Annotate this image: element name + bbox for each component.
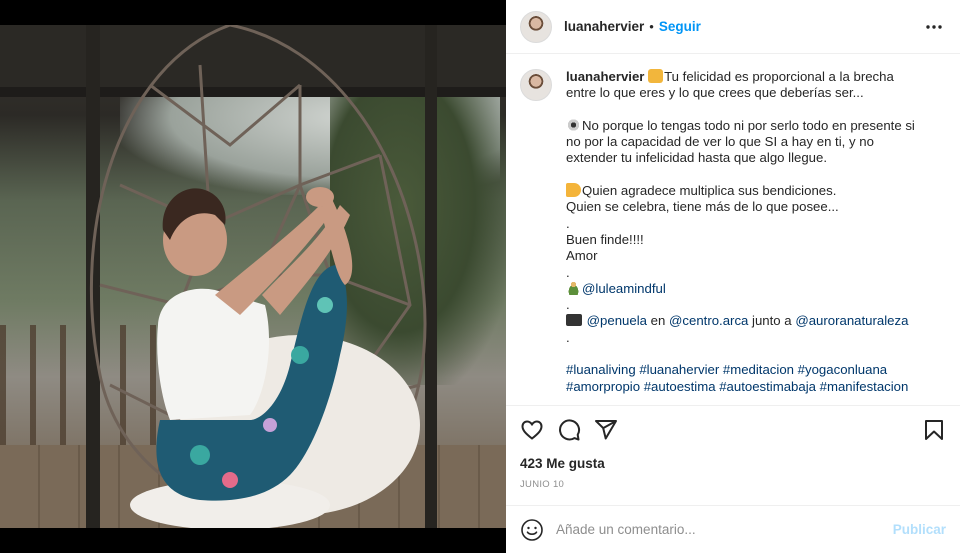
caption-line-9: @luleamindful xyxy=(566,280,926,297)
caption-gap xyxy=(566,346,926,362)
heart-icon[interactable] xyxy=(520,418,544,442)
post-photo[interactable] xyxy=(0,25,506,528)
caption-line-5: . xyxy=(566,215,570,231)
caption-line-7: Amor xyxy=(566,248,598,264)
more-options-icon[interactable] xyxy=(922,15,946,39)
header-separator: • xyxy=(649,19,654,34)
mention-centro-arca[interactable]: @centro.arca xyxy=(669,313,748,328)
comment-input[interactable] xyxy=(556,522,885,537)
caption-line-11: @penuela en @centro.arca junto a @aurora… xyxy=(566,313,926,329)
caption-line-6: Buen finde!!!! xyxy=(566,231,644,247)
caption-line-12: . xyxy=(566,329,570,345)
publish-button[interactable]: Publicar xyxy=(893,522,946,537)
post-media xyxy=(0,0,506,553)
like-count[interactable]: 423 Me gusta xyxy=(520,456,605,471)
caption-line-4: Quien se celebra, tiene más de lo que po… xyxy=(566,199,839,215)
yoga-person-icon xyxy=(566,280,581,295)
caption-text: luanahervier Tu felicidad es proporciona… xyxy=(566,69,926,405)
mention-luleamindful[interactable]: @luleamindful xyxy=(582,281,666,296)
caption-username[interactable]: luanahervier xyxy=(566,69,644,84)
caption-text-2: No porque lo tengas todo ni por serlo to… xyxy=(566,117,919,166)
caption-word-en: en xyxy=(650,313,666,329)
eye-icon xyxy=(566,117,581,132)
comment-bar: Publicar xyxy=(506,506,960,553)
mention-penuela[interactable]: @penuela xyxy=(587,313,647,328)
caption-line-1: luanahervier Tu felicidad es proporciona… xyxy=(566,69,926,102)
caption-author-avatar[interactable] xyxy=(520,69,552,101)
camera-icon xyxy=(566,314,582,327)
caption-text-3: Quien agradece multiplica sus bendicione… xyxy=(582,183,837,199)
caption-line-2: No porque lo tengas todo ni por serlo to… xyxy=(566,117,926,167)
divider xyxy=(506,405,960,406)
caption-hashtags[interactable]: #luanaliving #luanahervier #meditacion #… xyxy=(566,362,926,395)
smiley-icon[interactable] xyxy=(520,518,544,542)
caption-gap xyxy=(566,102,926,118)
mention-auroranaturaleza[interactable]: @auroranaturaleza xyxy=(795,313,908,328)
post-actions xyxy=(506,412,960,448)
caption-word-junto-a: junto a xyxy=(752,313,792,329)
comment-icon[interactable] xyxy=(557,418,581,442)
post-header: luanahervier • Seguir xyxy=(506,0,960,54)
share-icon[interactable] xyxy=(594,418,618,442)
pointing-hand-icon xyxy=(566,183,581,198)
photo-illustration xyxy=(89,25,427,528)
post-panel: luanahervier • Seguir luanahervier Tu fe… xyxy=(506,0,960,553)
raising-hands-icon xyxy=(648,69,664,83)
caption-line-10: . xyxy=(566,297,570,313)
post-date[interactable]: JUNIO 10 xyxy=(520,479,564,490)
author-username[interactable]: luanahervier xyxy=(564,19,644,34)
post-caption: luanahervier Tu felicidad es proporciona… xyxy=(506,55,960,405)
caption-gap xyxy=(566,167,926,183)
bookmark-icon[interactable] xyxy=(922,418,946,442)
caption-line-3: Quien agradece multiplica sus bendicione… xyxy=(566,183,926,199)
author-avatar[interactable] xyxy=(520,10,552,43)
caption-line-8: . xyxy=(566,264,570,280)
follow-button[interactable]: Seguir xyxy=(659,19,701,34)
